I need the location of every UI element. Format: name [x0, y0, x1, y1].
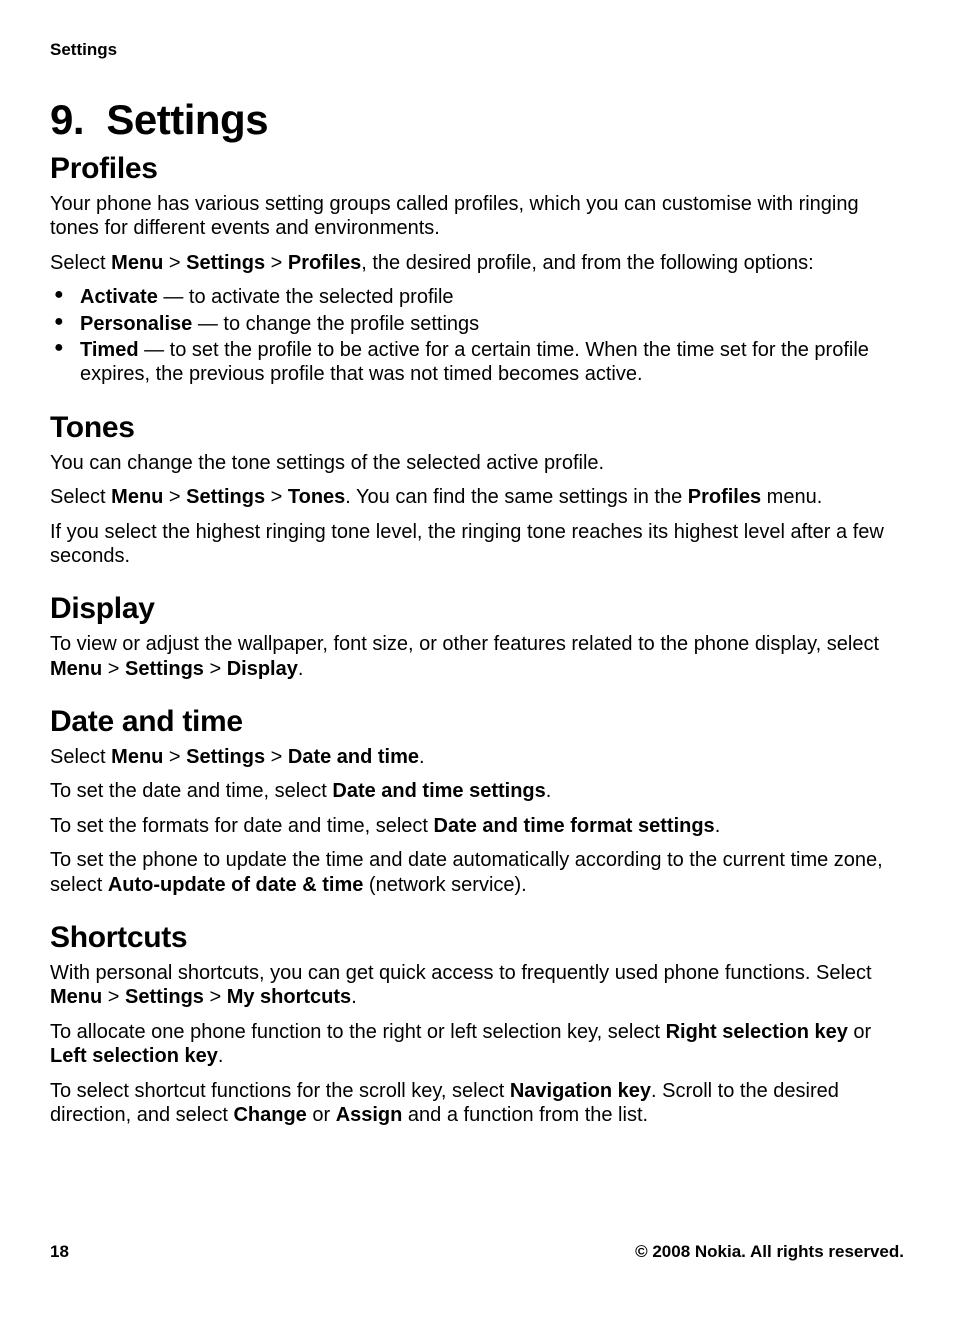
menu-label: Menu [111, 252, 163, 274]
separator: > [102, 986, 125, 1008]
text: , the desired profile, and from the foll… [361, 252, 813, 274]
shortcuts-allocate: To allocate one phone function to the ri… [50, 1020, 904, 1069]
chapter-heading: 9. Settings [50, 96, 904, 144]
option-timed: Timed [80, 339, 139, 361]
dt-auto-label: Auto-update of date & time [108, 874, 364, 896]
separator: > [102, 658, 125, 680]
page-number: 18 [50, 1242, 69, 1262]
display-body: To view or adjust the wallpaper, font si… [50, 632, 904, 681]
text: . [419, 746, 425, 768]
text: (network service). [363, 874, 526, 896]
section-display-heading: Display [50, 592, 904, 626]
text: . [298, 658, 304, 680]
text: . [351, 986, 357, 1008]
tones-intro: You can change the tone settings of the … [50, 451, 904, 475]
separator: > [163, 486, 186, 508]
text: . [715, 815, 721, 837]
text: and a function from the list. [402, 1104, 648, 1126]
datetime-auto: To set the phone to update the time and … [50, 848, 904, 897]
option-desc: — to change the profile settings [192, 313, 479, 335]
section-shortcuts-heading: Shortcuts [50, 921, 904, 955]
separator: > [163, 252, 186, 274]
datetime-format: To set the formats for date and time, se… [50, 814, 904, 838]
profiles-label: Profiles [288, 252, 361, 274]
right-key-label: Right selection key [666, 1021, 848, 1043]
tones-label: Tones [288, 486, 345, 508]
separator: > [265, 746, 288, 768]
running-header: Settings [50, 40, 904, 60]
list-item: Activate — to activate the selected prof… [50, 285, 904, 309]
left-key-label: Left selection key [50, 1045, 218, 1067]
text: To allocate one phone function to the ri… [50, 1021, 666, 1043]
chapter-title: Settings [106, 96, 268, 143]
text: Select [50, 746, 111, 768]
menu-label: Menu [111, 486, 163, 508]
text: With personal shortcuts, you can get qui… [50, 962, 872, 984]
separator: > [204, 658, 227, 680]
profiles-options-list: Activate — to activate the selected prof… [50, 285, 904, 387]
text: menu. [761, 486, 822, 508]
settings-label: Settings [186, 746, 265, 768]
datetime-set: To set the date and time, select Date an… [50, 779, 904, 803]
text: . You can find the same settings in the [345, 486, 687, 508]
navigation-key-label: Navigation key [510, 1080, 651, 1102]
option-personalise: Personalise [80, 313, 192, 335]
text: or [307, 1104, 336, 1126]
text: To set the date and time, select [50, 780, 332, 802]
page-footer: 18 © 2008 Nokia. All rights reserved. [50, 1242, 904, 1262]
section-profiles-heading: Profiles [50, 152, 904, 186]
copyright: © 2008 Nokia. All rights reserved. [635, 1242, 904, 1262]
menu-label: Menu [50, 986, 102, 1008]
text: To set the formats for date and time, se… [50, 815, 434, 837]
text: To view or adjust the wallpaper, font si… [50, 633, 879, 655]
menu-label: Menu [111, 746, 163, 768]
assign-label: Assign [336, 1104, 403, 1126]
dt-settings-label: Date and time settings [332, 780, 545, 802]
datetime-label: Date and time [288, 746, 419, 768]
text: or [848, 1021, 871, 1043]
dt-format-label: Date and time format settings [434, 815, 715, 837]
list-item: Personalise — to change the profile sett… [50, 312, 904, 336]
text: To select shortcut functions for the scr… [50, 1080, 510, 1102]
tones-note: If you select the highest ringing tone l… [50, 520, 904, 569]
datetime-nav: Select Menu > Settings > Date and time. [50, 745, 904, 769]
option-desc: — to set the profile to be active for a … [80, 339, 869, 385]
menu-label: Menu [50, 658, 102, 680]
text: . [218, 1045, 224, 1067]
text: Select [50, 252, 111, 274]
option-activate: Activate [80, 286, 158, 308]
text: . [546, 780, 552, 802]
profiles-label: Profiles [688, 486, 761, 508]
tones-nav: Select Menu > Settings > Tones. You can … [50, 485, 904, 509]
display-label: Display [227, 658, 298, 680]
list-item: Timed — to set the profile to be active … [50, 338, 904, 387]
option-desc: — to activate the selected profile [158, 286, 454, 308]
my-shortcuts-label: My shortcuts [227, 986, 351, 1008]
separator: > [204, 986, 227, 1008]
settings-label: Settings [186, 486, 265, 508]
profiles-intro: Your phone has various setting groups ca… [50, 192, 904, 241]
chapter-number: 9. [50, 96, 84, 143]
settings-label: Settings [125, 658, 204, 680]
section-tones-heading: Tones [50, 411, 904, 445]
change-label: Change [233, 1104, 306, 1126]
shortcuts-scroll: To select shortcut functions for the scr… [50, 1079, 904, 1128]
settings-label: Settings [125, 986, 204, 1008]
separator: > [163, 746, 186, 768]
text: Select [50, 486, 111, 508]
settings-label: Settings [186, 252, 265, 274]
profiles-nav: Select Menu > Settings > Profiles, the d… [50, 251, 904, 275]
separator: > [265, 486, 288, 508]
shortcuts-intro: With personal shortcuts, you can get qui… [50, 961, 904, 1010]
section-datetime-heading: Date and time [50, 705, 904, 739]
separator: > [265, 252, 288, 274]
